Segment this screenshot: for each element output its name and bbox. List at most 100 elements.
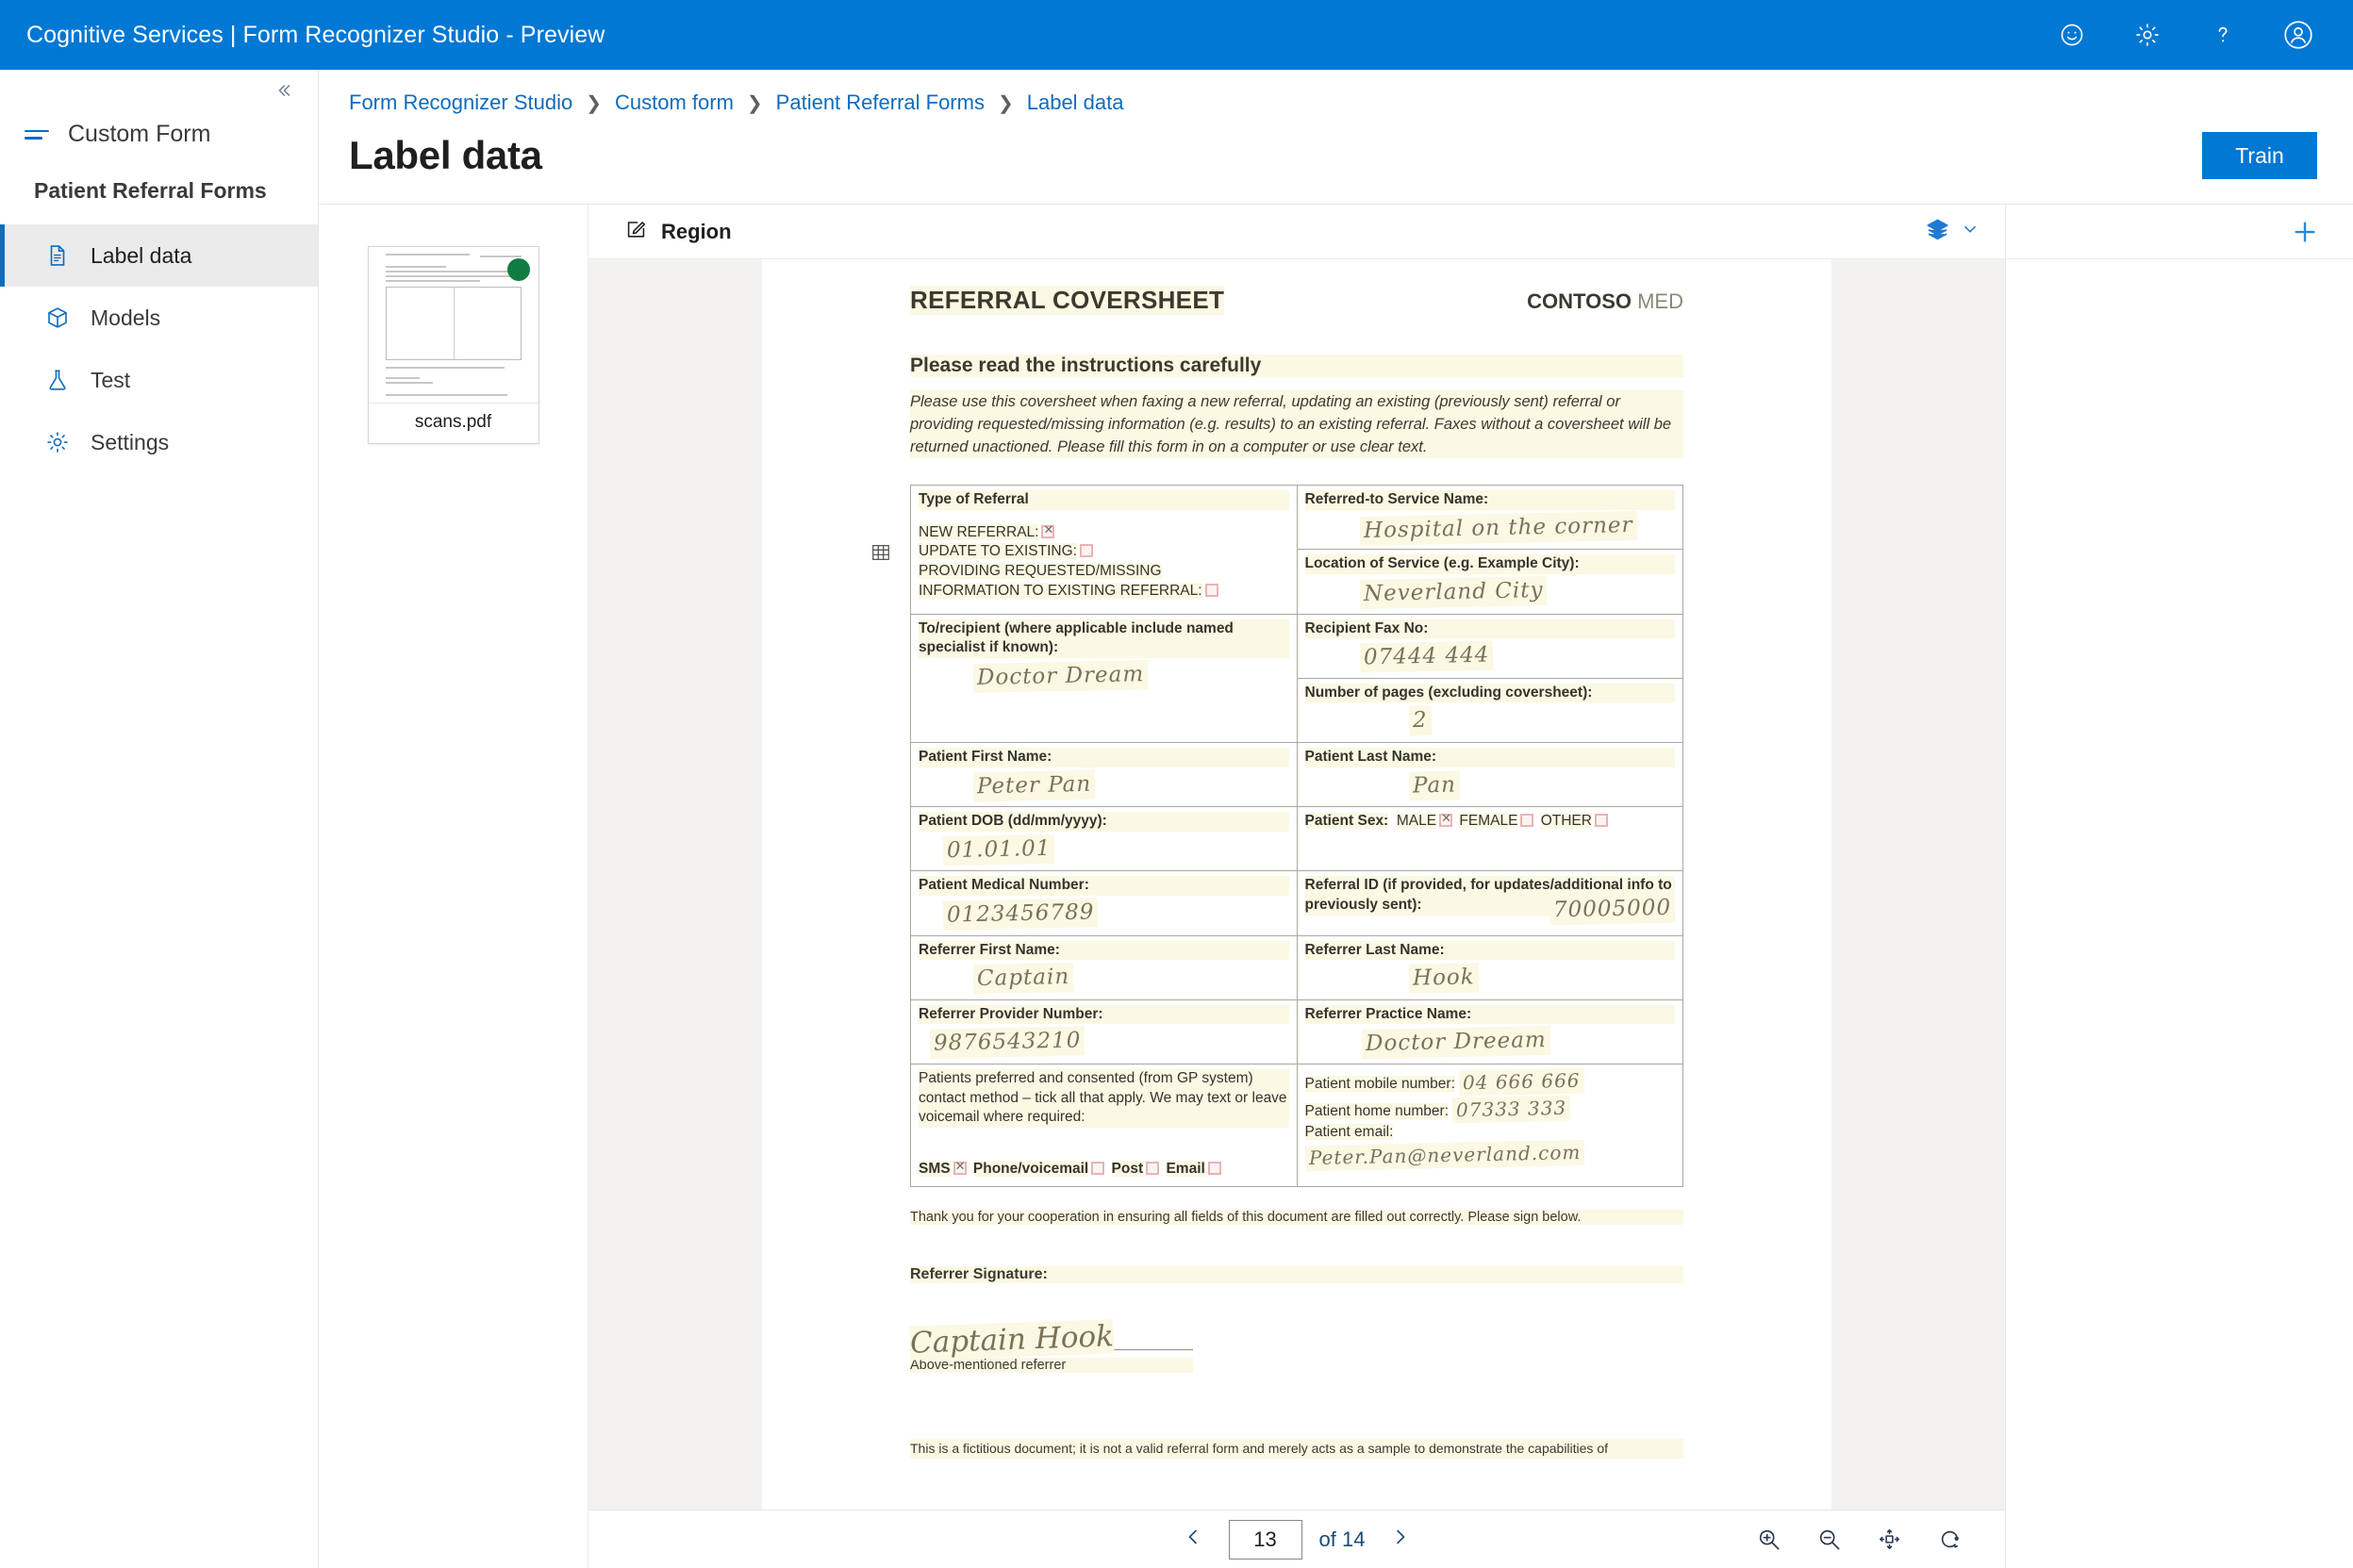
page-title: Label data <box>349 133 542 177</box>
document-canvas[interactable]: REFERRAL COVERSHEET CONTOSO MED Please r… <box>588 259 2005 1510</box>
fit-to-screen-icon[interactable] <box>1873 1524 1905 1556</box>
field-label: Referred-to Service Name: <box>1304 490 1675 510</box>
account-avatar-icon[interactable] <box>2279 16 2317 54</box>
label-pane-toolbar <box>2006 205 2353 259</box>
breadcrumb-separator-icon: ❯ <box>746 92 763 114</box>
option-label: Phone/voicemail <box>972 1160 1089 1177</box>
checkbox-sex-female[interactable] <box>1520 814 1534 828</box>
document-brand: CONTOSO MED <box>1527 289 1683 314</box>
train-button[interactable]: Train <box>2202 132 2317 179</box>
cube-icon <box>43 304 72 332</box>
left-sidebar: Custom Form Patient Referral Forms Label… <box>0 70 319 1568</box>
field-value: Doctor Dreeam <box>1361 1026 1550 1060</box>
app-body: Custom Form Patient Referral Forms Label… <box>0 70 2353 1568</box>
table-row: Referrer First Name: Captain Referrer La… <box>910 934 1683 1000</box>
feedback-smiley-icon[interactable] <box>2053 16 2091 54</box>
field-label: Patient Last Name: <box>1304 747 1675 767</box>
app-title: Cognitive Services | Form Recognizer Stu… <box>26 21 605 48</box>
field-value: Hospital on the corner <box>1359 510 1637 546</box>
collapse-sidebar-icon[interactable] <box>273 80 293 106</box>
table-row: Patient Medical Number: 0123456789 Refer… <box>910 870 1683 936</box>
sidebar-item-label-data[interactable]: Label data <box>0 224 318 287</box>
region-tool-button[interactable]: Region <box>624 218 732 246</box>
thumbnail-page-render <box>385 254 522 401</box>
checkbox-new-referral[interactable] <box>1041 522 1055 538</box>
brand-secondary: MED <box>1637 289 1683 313</box>
checkbox-contact-post[interactable] <box>1146 1161 1160 1175</box>
breadcrumb-item-studio[interactable]: Form Recognizer Studio <box>349 91 572 115</box>
breadcrumb-item-label-data[interactable]: Label data <box>1027 91 1124 115</box>
sidebar-item-label: Settings <box>91 429 170 454</box>
sidebar-item-models[interactable]: Models <box>0 287 318 349</box>
chevron-right-icon[interactable] <box>1382 1522 1419 1557</box>
checkbox-sex-male[interactable] <box>1439 811 1453 828</box>
layers-icon <box>1925 217 1950 247</box>
gear-icon <box>43 428 72 456</box>
signature-area: Captain Hook Above-mentioned referrer <box>909 1319 1193 1373</box>
chevron-down-icon <box>1960 219 1980 244</box>
field-value: 9876543210 <box>929 1026 1085 1059</box>
label-list <box>2006 259 2353 1568</box>
checkbox-contact-phone[interactable] <box>1091 1161 1105 1175</box>
signature-label: Referrer Signature: <box>910 1265 1683 1283</box>
option-label: OTHER <box>1540 813 1592 830</box>
option-label: Post <box>1111 1160 1144 1177</box>
checkbox-update-existing[interactable] <box>1079 544 1093 558</box>
field-value: Captain <box>972 963 1074 994</box>
plus-icon[interactable] <box>2289 216 2321 248</box>
top-bar-actions <box>2053 16 2325 54</box>
labeling-editor: scans.pdf Region REFERRAL COVERSHEET CON… <box>319 204 2353 1568</box>
field-label: Patients preferred and consented (from G… <box>919 1068 1289 1128</box>
checkbox-sex-other[interactable] <box>1594 814 1608 828</box>
field-value: Pan <box>1408 770 1460 801</box>
hamburger-menu-icon <box>25 125 49 144</box>
breadcrumb-item-custom-form[interactable]: Custom form <box>615 91 734 115</box>
checkbox-providing-info[interactable] <box>1204 583 1218 597</box>
table-row: Referrer Provider Number: 9876543210 Ref… <box>910 999 1683 1065</box>
thumbnail-preview <box>369 247 539 403</box>
region-tool-label: Region <box>661 219 732 243</box>
option-label: PROVIDING REQUESTED/MISSING <box>919 563 1162 580</box>
field-label: Number of pages (excluding coversheet): <box>1304 683 1675 703</box>
breadcrumb-item-project[interactable]: Patient Referral Forms <box>776 91 985 115</box>
page-navigation: of 14 <box>1174 1519 1420 1560</box>
field-label: Patient Sex: <box>1304 813 1389 830</box>
app-top-bar: Cognitive Services | Form Recognizer Stu… <box>0 0 2353 70</box>
option-label: Email <box>1166 1160 1205 1177</box>
sidebar-collapse-row <box>0 70 318 115</box>
checkbox-contact-sms[interactable] <box>953 1159 967 1175</box>
field-value: 07444 444 <box>1359 640 1494 673</box>
checkbox-contact-email[interactable] <box>1207 1161 1221 1175</box>
layers-dropdown[interactable] <box>1925 217 1980 247</box>
chevron-left-icon[interactable] <box>1174 1522 1212 1557</box>
field-label: Patient mobile number: <box>1304 1075 1455 1092</box>
cell-referrer-provider-number: Referrer Provider Number: 9876543210 <box>910 999 1298 1065</box>
breadcrumb: Form Recognizer Studio ❯ Custom form ❯ P… <box>319 70 2353 115</box>
cell-referral-id: Referral ID (if provided, for updates/ad… <box>1296 870 1683 936</box>
thumbnail-item[interactable]: scans.pdf <box>367 246 539 444</box>
settings-gear-icon[interactable] <box>2129 16 2166 54</box>
page-number-input[interactable] <box>1228 1519 1302 1560</box>
field-label: Location of Service (e.g. Example City): <box>1304 554 1675 575</box>
custom-form-menu-button[interactable]: Custom Form <box>0 115 318 154</box>
draw-region-icon <box>624 218 648 246</box>
rotate-icon[interactable] <box>1933 1524 1965 1556</box>
zoom-in-icon[interactable] <box>1752 1524 1784 1556</box>
table-grid-icon[interactable] <box>870 542 891 568</box>
cell-type-of-referral: Type of Referral NEW REFERRAL: UPDATE TO… <box>910 485 1298 615</box>
sidebar-item-settings[interactable]: Settings <box>0 411 318 473</box>
referral-form-table: Type of Referral NEW REFERRAL: UPDATE TO… <box>910 485 1683 1187</box>
thumbnail-status-dot <box>506 258 530 281</box>
field-label: Referrer Practice Name: <box>1304 1004 1675 1025</box>
document-subtitle: Please read the instructions carefully <box>910 355 1683 377</box>
sidebar-item-label: Test <box>91 367 131 392</box>
document-viewer-pane: Region REFERRAL COVERSHEET CONTOSO MED P… <box>588 205 2006 1568</box>
label-list-pane <box>2006 205 2353 1568</box>
help-question-icon[interactable] <box>2204 16 2242 54</box>
zoom-out-icon[interactable] <box>1813 1524 1845 1556</box>
signature-note: Above-mentioned referrer <box>910 1357 1193 1373</box>
table-row: To/recipient (where applicable include n… <box>910 613 1683 743</box>
document-page: REFERRAL COVERSHEET CONTOSO MED Please r… <box>797 259 1797 1510</box>
sidebar-item-test[interactable]: Test <box>0 349 318 411</box>
cell-patient-dob: Patient DOB (dd/mm/yyyy): 01.01.01 <box>910 806 1298 872</box>
